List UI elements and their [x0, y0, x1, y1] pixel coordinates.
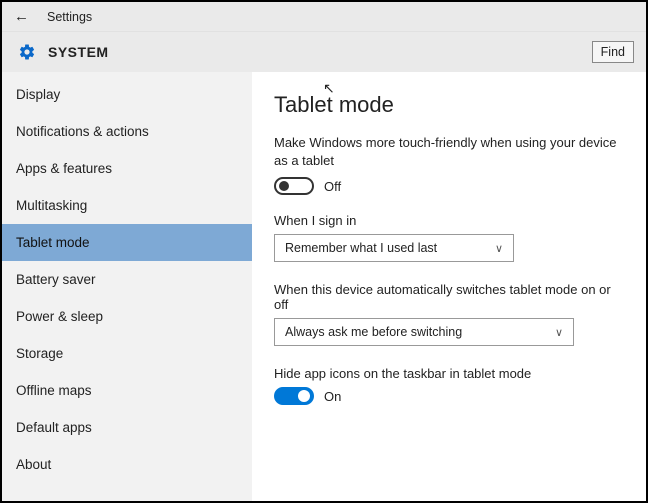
signin-label: When I sign in — [274, 213, 626, 228]
body: DisplayNotifications & actionsApps & fea… — [2, 72, 646, 501]
page-heading: Tablet mode ↖ — [274, 92, 626, 118]
sidebar-item-about[interactable]: About — [2, 446, 252, 483]
description-text: Make Windows more touch-friendly when us… — [274, 134, 626, 169]
sidebar-item-tablet-mode[interactable]: Tablet mode — [2, 224, 252, 261]
tablet-mode-toggle-row: Off — [274, 177, 626, 195]
find-button[interactable]: Find — [592, 41, 634, 63]
window-title: Settings — [47, 10, 92, 24]
tablet-mode-toggle[interactable] — [274, 177, 314, 195]
hide-icons-toggle[interactable] — [274, 387, 314, 405]
gear-icon — [18, 43, 36, 61]
auto-switch-dropdown-value: Always ask me before switching — [285, 325, 462, 339]
sidebar-item-notifications-actions[interactable]: Notifications & actions — [2, 113, 252, 150]
signin-dropdown[interactable]: Remember what I used last ∨ — [274, 234, 514, 262]
sidebar-item-multitasking[interactable]: Multitasking — [2, 187, 252, 224]
tablet-mode-toggle-label: Off — [324, 179, 341, 194]
sidebar: DisplayNotifications & actionsApps & fea… — [2, 72, 252, 501]
sidebar-item-power-sleep[interactable]: Power & sleep — [2, 298, 252, 335]
titlebar: ← Settings — [2, 2, 646, 32]
sidebar-item-display[interactable]: Display — [2, 76, 252, 113]
header-left: SYSTEM — [18, 43, 109, 61]
sidebar-item-default-apps[interactable]: Default apps — [2, 409, 252, 446]
hide-icons-label: Hide app icons on the taskbar in tablet … — [274, 366, 626, 381]
auto-switch-dropdown[interactable]: Always ask me before switching ∨ — [274, 318, 574, 346]
sidebar-item-apps-features[interactable]: Apps & features — [2, 150, 252, 187]
content-pane: Tablet mode ↖ Make Windows more touch-fr… — [252, 72, 646, 501]
sidebar-item-offline-maps[interactable]: Offline maps — [2, 372, 252, 409]
header-bar: SYSTEM Find — [2, 32, 646, 72]
chevron-down-icon: ∨ — [555, 326, 563, 339]
signin-dropdown-value: Remember what I used last — [285, 241, 437, 255]
section-title: SYSTEM — [48, 44, 109, 60]
settings-window: ← Settings SYSTEM Find DisplayNotificati… — [0, 0, 648, 503]
chevron-down-icon: ∨ — [495, 242, 503, 255]
hide-icons-toggle-label: On — [324, 389, 341, 404]
heading-text: Tablet mode — [274, 92, 394, 117]
hide-icons-toggle-row: On — [274, 387, 626, 405]
back-arrow-icon[interactable]: ← — [14, 8, 29, 25]
sidebar-item-storage[interactable]: Storage — [2, 335, 252, 372]
sidebar-item-battery-saver[interactable]: Battery saver — [2, 261, 252, 298]
auto-switch-label: When this device automatically switches … — [274, 282, 626, 312]
